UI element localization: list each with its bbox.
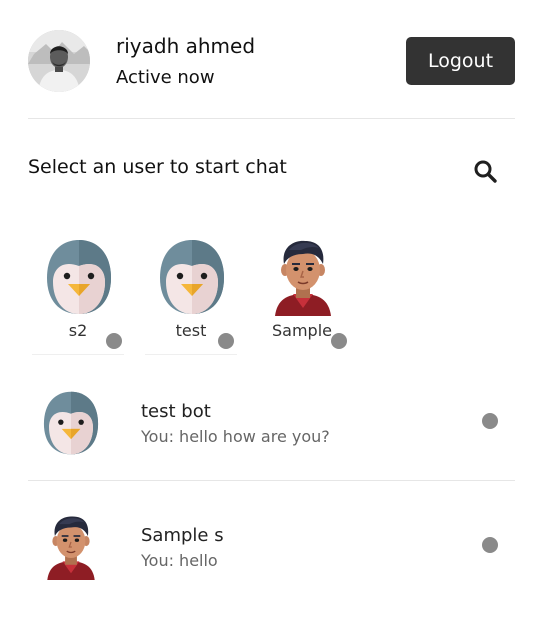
user-avatar[interactable] (28, 30, 90, 92)
user-photo-icon (28, 30, 90, 92)
man-avatar-icon (40, 514, 102, 580)
man-avatar-icon (267, 238, 339, 316)
header-divider (28, 118, 515, 119)
status-dot (106, 333, 122, 349)
active-user-s2[interactable]: s2 (32, 238, 124, 356)
status-dot (218, 333, 234, 349)
active-user-sample[interactable]: Sample (256, 238, 348, 356)
penguin-avatar-icon (43, 238, 115, 316)
penguin-avatar-icon (156, 238, 228, 316)
status-dot (482, 413, 498, 429)
search-title: Select an user to start chat (28, 156, 287, 178)
active-user-test[interactable]: test (145, 238, 237, 356)
search-icon (474, 160, 497, 183)
header: riyadh ahmed Active now Logout (28, 30, 515, 94)
logout-button[interactable]: Logout (406, 37, 515, 85)
chat-name: Sample s (141, 525, 224, 546)
chat-name: test bot (141, 401, 211, 422)
user-status: Active now (116, 67, 215, 88)
status-dot (482, 537, 498, 553)
chat-last-message: You: hello how are you? (141, 427, 330, 446)
search-button[interactable] (470, 156, 500, 186)
active-user-divider (32, 354, 124, 355)
chat-last-message: You: hello (141, 551, 218, 570)
chat-item-sample-s[interactable]: Sample s You: hello (28, 504, 515, 584)
status-dot (331, 333, 347, 349)
chat-divider (28, 480, 515, 481)
user-name: riyadh ahmed (116, 34, 256, 58)
active-user-divider (145, 354, 237, 355)
penguin-avatar-icon (40, 390, 102, 456)
chat-item-test-bot[interactable]: test bot You: hello how are you? (28, 380, 515, 460)
